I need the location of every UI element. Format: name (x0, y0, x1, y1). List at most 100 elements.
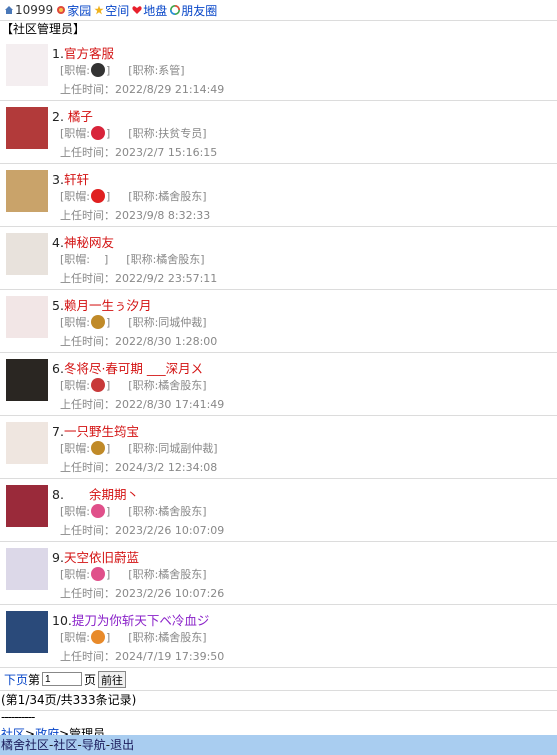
manager-role-line: [职帽:] [职称:橘舍股东] (60, 629, 207, 645)
manager-row: 8. 余期期丶 [职帽:] [职称:橘舍股东] 上任时间：2023/2/26 10:0… (0, 479, 557, 542)
time-label: 上任时间： (60, 335, 115, 348)
manager-index: 9. (52, 550, 64, 565)
page-number-input[interactable] (42, 672, 83, 686)
title-value: 同城副仲裁 (158, 442, 214, 455)
pink-figure-icon (91, 504, 105, 518)
footer-link-navigation[interactable]: 导航 (82, 738, 106, 752)
section-title: 【社区管理员】 (1, 22, 86, 36)
avatar[interactable] (6, 548, 48, 590)
title-close: ] (200, 253, 205, 266)
manager-role-line: [职帽:] [职称:系管] (60, 62, 185, 78)
manager-name-link[interactable]: 神秘网友 (64, 235, 114, 250)
manager-index: 1. (52, 46, 64, 61)
title-label: [职称: (128, 568, 159, 581)
footer-link-community[interactable]: 社区 (53, 738, 77, 752)
manager-name-link[interactable]: 提刀为你斩天下ベ冷血ジ (72, 613, 210, 628)
friends-circle-icon (170, 5, 181, 15)
manager-index: 7. (52, 424, 64, 439)
nav-link-space[interactable]: 空间 (105, 2, 129, 19)
time-value: 2023/2/26 10:07:26 (115, 587, 225, 600)
hat-label: [职帽: (60, 127, 90, 140)
appointment-time: 上任时间：2023/9/8 8:32:33 (60, 207, 210, 223)
user-id: 10999 (15, 3, 54, 17)
appointment-time: 上任时间：2022/8/30 17:41:49 (60, 396, 224, 412)
hat-close: ] (106, 442, 111, 455)
time-label: 上任时间： (60, 398, 115, 411)
avatar[interactable] (6, 422, 48, 464)
divider-text: ---------- (1, 710, 35, 724)
title-label: [职称: (128, 631, 159, 644)
manager-name-link[interactable]: 官方客服 (64, 46, 114, 61)
appointment-time: 上任时间：2023/2/26 10:07:09 (60, 522, 224, 538)
next-page-link[interactable]: 下页 (4, 671, 28, 688)
avatar[interactable] (6, 296, 48, 338)
time-value: 2023/9/8 8:32:33 (115, 209, 211, 222)
time-value: 2022/8/29 21:14:49 (115, 83, 225, 96)
manager-name-link[interactable]: 天空依旧蔚蓝 (64, 550, 139, 565)
manager-row: 2. 橘子 [职帽:] [职称:扶贫专员] 上任时间：2023/2/7 15:16:1… (0, 101, 557, 164)
manager-index: 6. (52, 361, 64, 376)
manager-name-line: 10.提刀为你斩天下ベ冷血ジ (52, 610, 209, 629)
top-nav-bar: 10999 家园 空间 地盘 朋友圈 (0, 0, 557, 21)
title-label: [职称: (126, 253, 157, 266)
title-value: 橘舍股东 (158, 631, 203, 644)
title-close: ] (202, 190, 207, 203)
avatar[interactable] (6, 233, 48, 275)
manager-row: 5.赖月一生ぅ汐月 [职帽:] [职称:同城仲裁] 上任时间：2022/8/30 1:… (0, 290, 557, 353)
hat-close: ] (106, 190, 111, 203)
manager-role-line: [职帽:] [职称:橘舍股东] (60, 251, 205, 267)
hat-close: ] (106, 127, 111, 140)
manager-name-link[interactable]: 轩轩 (64, 172, 89, 187)
heart-badge-icon (91, 126, 105, 140)
time-label: 上任时间： (60, 272, 115, 285)
page-suffix: 页 (84, 672, 97, 687)
title-close: ] (180, 64, 185, 77)
manager-name-link[interactable]: 余期期丶 (64, 487, 139, 502)
manager-role-line: [职帽:] [职称:扶贫专员] (60, 125, 207, 141)
nav-link-home[interactable]: 家园 (67, 2, 91, 19)
footer-link-logout[interactable]: 退出 (110, 738, 134, 752)
hat-close: ] (106, 505, 111, 518)
title-value: 系管 (158, 64, 181, 77)
title-label: [职称: (128, 442, 159, 455)
title-label: [职称: (128, 316, 159, 329)
hat-label: [职帽: (60, 568, 90, 581)
nav-link-friends[interactable]: 朋友圈 (181, 2, 217, 19)
title-label: [职称: (128, 127, 159, 140)
title-label: [职称: (128, 505, 159, 518)
time-label: 上任时间： (60, 587, 115, 600)
manager-list: 1.官方客服 [职帽:] [职称:系管] 上任时间：2022/8/29 21:14:4… (0, 38, 557, 668)
go-button[interactable]: 前往 (98, 670, 127, 688)
manager-name-line: 9.天空依旧蔚蓝 (52, 547, 139, 566)
avatar[interactable] (6, 107, 48, 149)
title-close: ] (202, 379, 207, 392)
avatar[interactable] (6, 485, 48, 527)
avatar[interactable] (6, 44, 48, 86)
hat-close: ] (106, 568, 111, 581)
manager-name-link[interactable]: 赖月一生ぅ汐月 (64, 298, 152, 313)
nav-link-territory[interactable]: 地盘 (143, 2, 167, 19)
appointment-time: 上任时间：2024/3/2 12:34:08 (60, 459, 217, 475)
manager-index: 2. (52, 109, 68, 124)
home-icon (57, 6, 66, 14)
avatar[interactable] (6, 170, 48, 212)
manager-name-line: 1.官方客服 (52, 43, 114, 62)
manager-row: 4.神秘网友 [职帽:] [职称:橘舍股东] 上任时间：2022/9/2 23:57:… (0, 227, 557, 290)
footer-link-home[interactable]: 橘舍社区 (1, 738, 49, 752)
hat-close: ] (106, 631, 111, 644)
manager-role-line: [职帽:] [职称:同城副仲裁] (60, 440, 218, 456)
manager-name-link[interactable]: 一只野生筠宝 (64, 424, 139, 439)
manager-name-line: 3.轩轩 (52, 169, 89, 188)
pager: 下页 第 页 前往 (0, 668, 557, 691)
manager-role-line: [职帽:] [职称:橘舍股东] (60, 566, 207, 582)
avatar[interactable] (6, 359, 48, 401)
manager-name-link[interactable]: 橘子 (68, 109, 93, 124)
title-value: 橘舍股东 (158, 379, 203, 392)
title-label: [职称: (128, 64, 159, 77)
appointment-time: 上任时间：2024/7/19 17:39:50 (60, 648, 224, 664)
manager-name-link[interactable]: 冬将尽·春可期 ___深月ㄨ (64, 361, 203, 376)
manager-name-line: 4.神秘网友 (52, 232, 114, 251)
avatar[interactable] (6, 611, 48, 653)
manager-row: 6.冬将尽·春可期 ___深月ㄨ [职帽:] [职称:橘舍股东] 上任时间：2022/… (0, 353, 557, 416)
manager-index: 8. (52, 487, 64, 502)
